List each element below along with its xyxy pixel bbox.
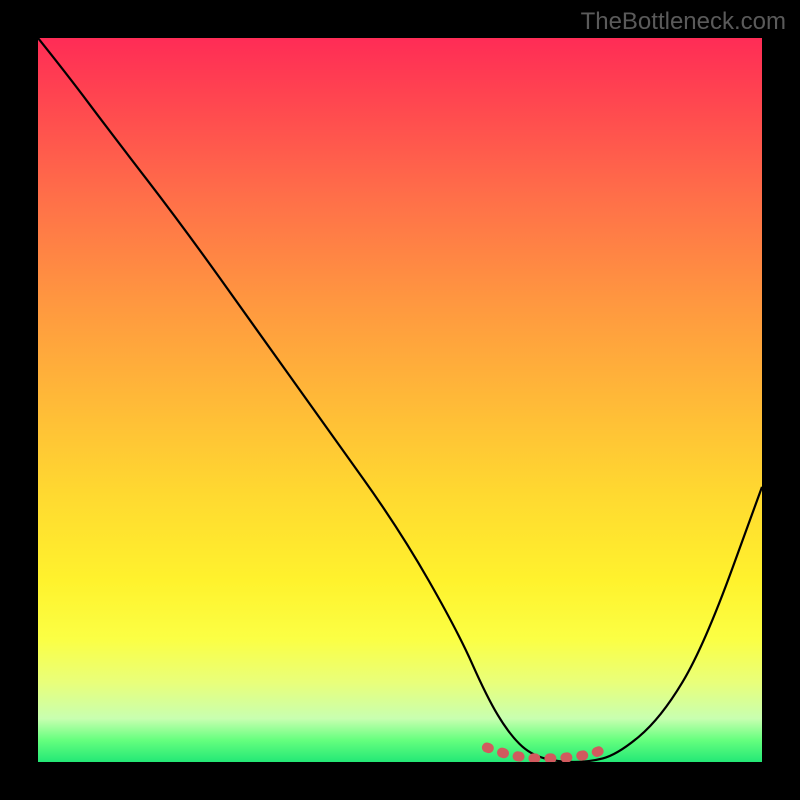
chart-plot-area [38, 38, 762, 762]
optimal-range-marker [487, 748, 610, 759]
chart-svg [38, 38, 762, 762]
bottleneck-curve-line [38, 38, 762, 762]
watermark-text: TheBottleneck.com [581, 8, 786, 36]
